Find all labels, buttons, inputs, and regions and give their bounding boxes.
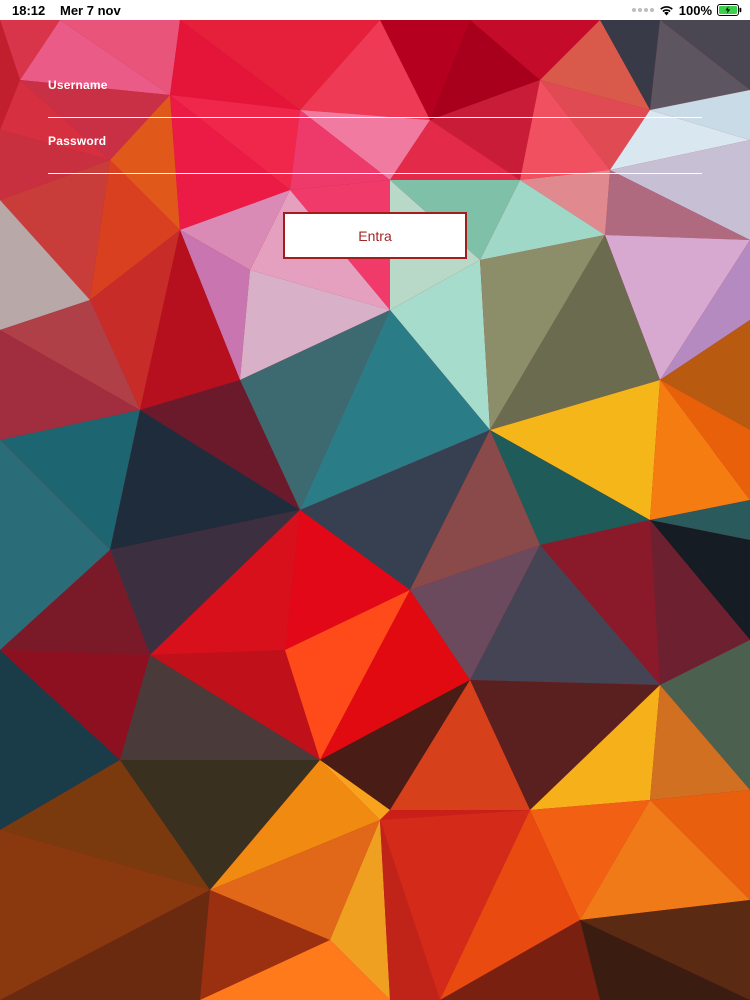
password-label: Password: [48, 134, 107, 148]
battery-icon: [717, 4, 742, 16]
signal-icon: [631, 8, 654, 12]
status-indicators: 100%: [631, 2, 742, 18]
wifi-icon: [659, 4, 674, 16]
login-screen: 18:12 Mer 7 nov 100% Username Password E…: [0, 0, 750, 1000]
username-label: Username: [48, 78, 108, 92]
password-field: Password: [48, 134, 702, 190]
username-field: Username: [48, 78, 702, 134]
status-bar: 18:12 Mer 7 nov 100%: [0, 0, 750, 20]
status-date: Mer 7 nov: [60, 3, 121, 18]
status-time: 18:12: [12, 3, 46, 18]
login-button[interactable]: Entra: [283, 212, 467, 259]
battery-percent: 100%: [678, 2, 712, 18]
username-input[interactable]: [48, 96, 702, 118]
password-input[interactable]: [48, 152, 702, 174]
login-form: Username Password: [48, 78, 702, 190]
